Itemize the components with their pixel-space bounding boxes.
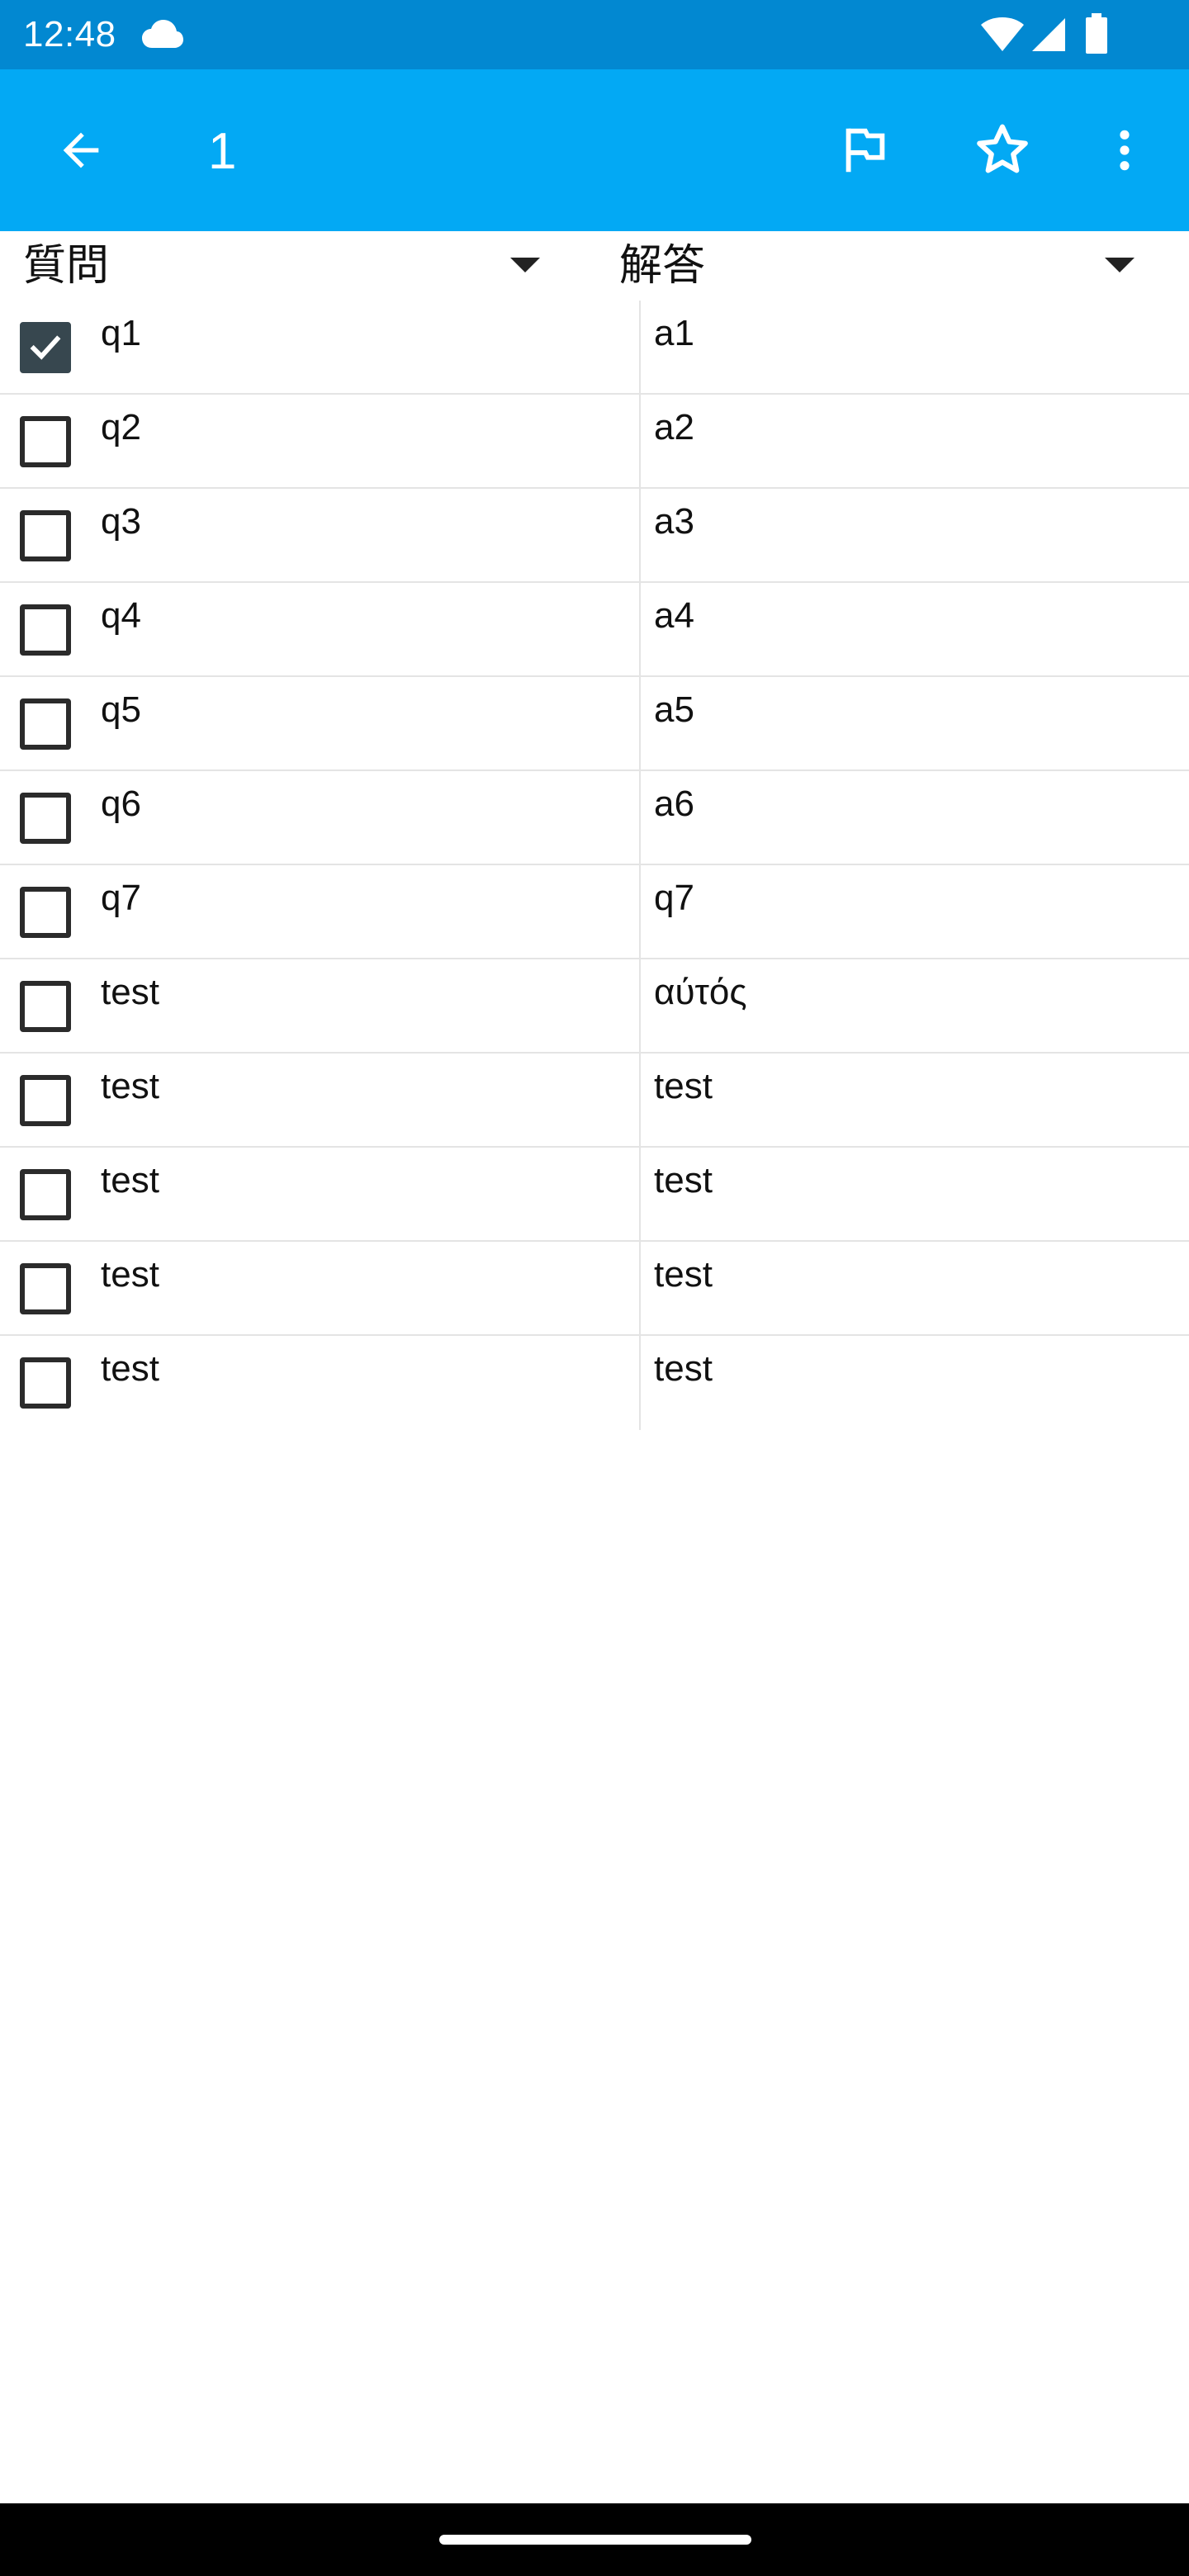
answer-text: q7: [654, 878, 694, 918]
navigation-bar: [0, 2503, 1189, 2576]
row-checkbox[interactable]: [20, 510, 71, 561]
answer-text: a3: [654, 501, 694, 542]
answer-text: test: [654, 1348, 713, 1389]
row-checkbox[interactable]: [20, 416, 71, 467]
question-cell: q5: [0, 677, 641, 769]
more-options-button[interactable]: [1078, 104, 1171, 197]
question-text: test: [101, 1254, 159, 1295]
answer-text: a2: [654, 407, 694, 447]
status-bar: 12:48: [0, 0, 1189, 69]
arrow-left-icon: [63, 132, 99, 168]
answer-text: a6: [654, 784, 694, 824]
table-row[interactable]: q7 q7: [0, 865, 1189, 959]
row-checkbox[interactable]: [20, 1263, 71, 1314]
table-row[interactable]: test test: [0, 1054, 1189, 1148]
question-text: q6: [101, 784, 141, 824]
table-row[interactable]: q1 a1: [0, 301, 1189, 395]
home-gesture-handle[interactable]: [439, 2535, 751, 2545]
status-time: 12:48: [23, 14, 116, 54]
answer-cell: test: [641, 1148, 1189, 1240]
question-cell: test: [0, 959, 641, 1052]
dropdown-arrow-icon: [510, 258, 540, 272]
answer-text: a4: [654, 595, 694, 636]
cloud-icon: [140, 18, 185, 51]
question-text: q5: [101, 689, 141, 730]
flag-button[interactable]: [819, 104, 912, 197]
table-row[interactable]: q6 a6: [0, 771, 1189, 865]
question-text: test: [101, 972, 159, 1012]
question-cell: q2: [0, 395, 641, 487]
question-text: test: [101, 1348, 159, 1389]
row-checkbox[interactable]: [20, 1357, 71, 1409]
answer-cell: a5: [641, 677, 1189, 769]
question-text: test: [101, 1066, 159, 1106]
answer-text: αύτός: [654, 972, 747, 1012]
signal-icon: [1030, 17, 1067, 53]
answer-text: test: [654, 1160, 713, 1200]
answer-cell: a6: [641, 771, 1189, 864]
answer-cell: q7: [641, 865, 1189, 958]
question-cell: q3: [0, 489, 641, 581]
table-row[interactable]: test αύτός: [0, 959, 1189, 1054]
answer-cell: a1: [641, 301, 1189, 393]
row-checkbox[interactable]: [20, 887, 71, 938]
battery-icon: [1085, 13, 1108, 54]
question-column-label: 質問: [23, 242, 110, 290]
answer-cell: a2: [641, 395, 1189, 487]
column-header-row: 質問 解答: [0, 231, 1189, 301]
answer-column-label: 解答: [619, 242, 706, 290]
question-text: test: [101, 1160, 159, 1200]
table-row[interactable]: q4 a4: [0, 583, 1189, 677]
answer-cell: αύτός: [641, 959, 1189, 1052]
question-cell: q7: [0, 865, 641, 958]
answer-text: a5: [654, 689, 694, 730]
answer-column-selector[interactable]: 解答: [599, 231, 1189, 301]
row-checkbox[interactable]: [20, 322, 71, 373]
answer-text: test: [654, 1254, 713, 1295]
page-title: 1: [208, 123, 237, 180]
question-cell: q6: [0, 771, 641, 864]
question-cell: test: [0, 1336, 641, 1430]
answer-cell: a4: [641, 583, 1189, 675]
table-row[interactable]: q5 a5: [0, 677, 1189, 771]
question-cell: q1: [0, 301, 641, 393]
row-checkbox[interactable]: [20, 604, 71, 656]
row-checkbox[interactable]: [20, 793, 71, 844]
question-text: q2: [101, 407, 141, 447]
app-bar: 1: [0, 69, 1189, 231]
table-row[interactable]: test test: [0, 1148, 1189, 1242]
answer-cell: test: [641, 1242, 1189, 1334]
star-button[interactable]: [956, 104, 1049, 197]
answer-cell: a3: [641, 489, 1189, 581]
question-text: q4: [101, 595, 141, 636]
answer-cell: test: [641, 1054, 1189, 1146]
back-button[interactable]: [35, 104, 127, 197]
table-row[interactable]: q3 a3: [0, 489, 1189, 583]
answer-text: a1: [654, 313, 694, 353]
question-cell: test: [0, 1148, 641, 1240]
table-row[interactable]: test test: [0, 1336, 1189, 1430]
question-text: q3: [101, 501, 141, 542]
question-text: q1: [101, 313, 141, 353]
row-checkbox[interactable]: [20, 698, 71, 750]
question-cell: test: [0, 1242, 641, 1334]
flag-outline-icon: [846, 128, 885, 173]
row-checkbox[interactable]: [20, 1169, 71, 1220]
row-checkbox[interactable]: [20, 981, 71, 1032]
answer-text: test: [654, 1066, 713, 1106]
answer-cell: test: [641, 1336, 1189, 1430]
question-cell: q4: [0, 583, 641, 675]
question-cell: test: [0, 1054, 641, 1146]
row-checkbox[interactable]: [20, 1075, 71, 1126]
question-text: q7: [101, 878, 141, 918]
card-table: q1 a1 q2 a2 q3 a3 q4 a4 q5 a5 q6 a6 q7 q7 test αύτός tes…: [0, 301, 1189, 1430]
check-icon: [30, 335, 61, 360]
question-column-selector[interactable]: 質問: [0, 231, 570, 301]
wifi-icon: [979, 17, 1026, 53]
table-row[interactable]: q2 a2: [0, 395, 1189, 489]
more-vert-icon: [1120, 130, 1130, 171]
star-outline-icon: [977, 124, 1028, 173]
dropdown-arrow-icon: [1105, 258, 1135, 272]
table-row[interactable]: test test: [0, 1242, 1189, 1336]
